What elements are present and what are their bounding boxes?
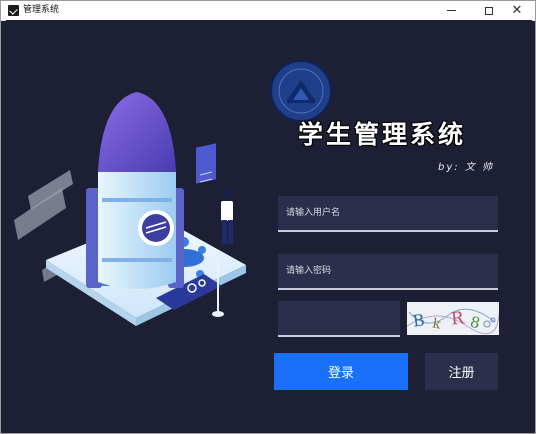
school-logo [270, 60, 332, 122]
login-canvas: 学生管理系统 by: 文 帅 B k R 8 登录 注册 [6, 20, 532, 430]
captcha-picture: B k R 8 [407, 308, 499, 335]
register-button[interactable]: 注册 [425, 353, 498, 390]
login-button[interactable]: 登录 [274, 353, 408, 390]
minimize-icon [446, 10, 456, 11]
svg-text:8: 8 [468, 313, 482, 333]
username-field[interactable] [278, 196, 498, 232]
login-window: 管理系统 ✕ 学生管理系统 by: 文 帅 请输入用户名 B k R 8 登录 … [0, 0, 536, 434]
minimize-button[interactable] [433, 1, 469, 20]
app-icon [8, 5, 19, 16]
password-input[interactable] [278, 254, 498, 288]
author-signature: by: 文 帅 [438, 162, 494, 173]
captcha-field[interactable] [278, 301, 400, 337]
close-icon: ✕ [511, 3, 523, 18]
username-input[interactable] [278, 196, 498, 230]
svg-text:B: B [412, 310, 426, 330]
svg-text:R: R [450, 308, 466, 329]
window-title: 管理系统 [23, 5, 60, 15]
maximize-icon [485, 6, 493, 15]
password-field[interactable] [278, 254, 498, 290]
captcha-image[interactable]: B k R 8 [407, 302, 499, 335]
captcha-input[interactable] [278, 301, 400, 335]
title-bar[interactable]: 管理系统 ✕ [1, 1, 535, 21]
close-button[interactable]: ✕ [499, 1, 535, 20]
svg-text:k: k [431, 316, 441, 332]
system-title: 学生管理系统 [298, 120, 467, 149]
rocket-illustration [14, 92, 246, 326]
